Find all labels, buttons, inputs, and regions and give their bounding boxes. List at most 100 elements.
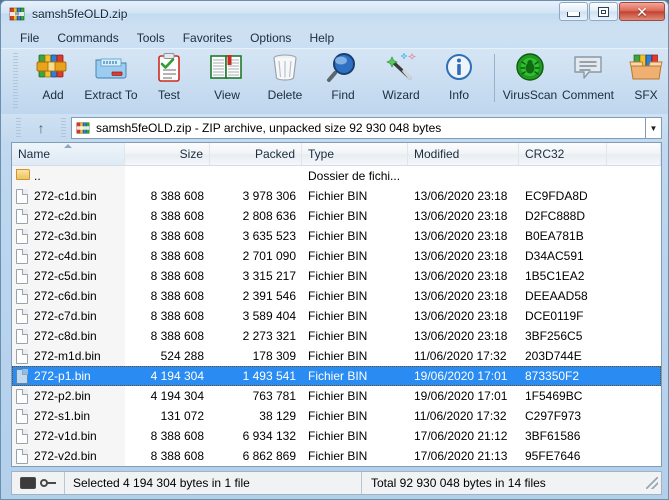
extract-folder-icon xyxy=(92,51,130,85)
toolbar-test-button[interactable]: Test xyxy=(140,51,198,111)
cell-modified: 19/06/2020 17:01 xyxy=(414,369,508,383)
cell-type: Fichier BIN xyxy=(308,449,368,463)
cell-modified: 11/06/2020 17:32 xyxy=(414,349,507,363)
status-selected-text: Selected 4 194 304 bytes in 1 file xyxy=(65,472,362,494)
toolbar-info-button[interactable]: Info xyxy=(430,51,488,111)
toolbar-add-button[interactable]: Add xyxy=(24,51,82,111)
file-icon xyxy=(16,408,29,424)
cell-name: 272-c2d.bin xyxy=(12,208,125,224)
cell-packed: 3 315 217 xyxy=(242,269,296,283)
cell-modified: 17/06/2020 21:13 xyxy=(414,449,508,463)
cell-packed: 2 391 546 xyxy=(242,289,296,303)
cell-name-text: 272-p2.bin xyxy=(34,389,91,403)
toolbar-extractto-label: Extract To xyxy=(84,88,138,102)
table-row[interactable]: 272-v1d.bin 8 388 608 6 934 132 Fichier BIN… xyxy=(12,426,661,446)
file-icon xyxy=(16,368,29,384)
resize-grip[interactable] xyxy=(646,477,658,489)
toolbar-grip[interactable] xyxy=(13,53,18,108)
cell-name: 272-v1d.bin xyxy=(12,428,125,444)
menu-help[interactable]: Help xyxy=(300,29,343,47)
cell-name-text: 272-v2d.bin xyxy=(34,449,97,463)
cell-type: Fichier BIN xyxy=(308,429,368,443)
table-row[interactable]: 272-p1.bin 4 194 304 1 493 541 Fichier BIN 1… xyxy=(12,366,661,386)
toolbar-find-button[interactable]: Find xyxy=(314,51,372,111)
column-header-crc32[interactable]: CRC32 xyxy=(519,143,607,165)
address-dropdown-button[interactable]: ▼ xyxy=(645,117,662,139)
toolbar-add-label: Add xyxy=(42,88,64,102)
column-header-packed[interactable]: Packed xyxy=(210,143,302,165)
cell-crc32: 1F5469BC xyxy=(525,389,583,403)
table-row[interactable]: 272-c7d.bin 8 388 608 3 589 404 Fichier BIN… xyxy=(12,306,661,326)
menu-tools[interactable]: Tools xyxy=(128,29,174,47)
cell-crc32: D34AC591 xyxy=(525,249,584,263)
table-row[interactable]: .. Dossier de fichi... xyxy=(12,166,661,186)
table-row[interactable]: 272-c1d.bin 8 388 608 3 978 306 Fichier BIN… xyxy=(12,186,661,206)
cell-name-text: 272-m1d.bin xyxy=(34,349,101,363)
cell-type: Fichier BIN xyxy=(308,389,368,403)
table-row[interactable]: 272-p2.bin 4 194 304 763 781 Fichier BIN 19/… xyxy=(12,386,661,406)
toolbar-extractto-button[interactable]: Extract To xyxy=(82,51,140,111)
table-row[interactable]: 272-m1d.bin 524 288 178 309 Fichier BIN 11/0… xyxy=(12,346,661,366)
toolbar-view-button[interactable]: View xyxy=(198,51,256,111)
file-icon xyxy=(16,328,29,344)
toolbar-virusscan-button[interactable]: VirusScan xyxy=(501,51,559,111)
table-row[interactable]: 272-v2d.bin 8 388 608 6 862 869 Fichier BIN… xyxy=(12,446,661,466)
wizard-wand-icon xyxy=(382,51,420,85)
menu-file[interactable]: File xyxy=(11,29,48,47)
cell-modified: 13/06/2020 23:18 xyxy=(414,269,508,283)
minimize-button[interactable] xyxy=(559,2,588,21)
toolbar-delete-button[interactable]: Delete xyxy=(256,51,314,111)
cell-crc32: 203D744E xyxy=(525,349,582,363)
toolbar-info-label: Info xyxy=(448,88,469,102)
cell-crc32: D2FC888D xyxy=(525,209,586,223)
cell-type: Fichier BIN xyxy=(308,309,368,323)
table-row[interactable]: 272-c8d.bin 8 388 608 2 273 321 Fichier BIN… xyxy=(12,326,661,346)
table-row[interactable]: 272-c4d.bin 8 388 608 2 701 090 Fichier BIN… xyxy=(12,246,661,266)
table-row[interactable]: 272-s1.bin 131 072 38 129 Fichier BIN 11/06/… xyxy=(12,406,661,426)
column-header-name[interactable]: Name xyxy=(12,143,125,165)
address-grip-right[interactable] xyxy=(61,118,66,138)
address-field[interactable]: samsh5feOLD.zip - ZIP archive, unpacked … xyxy=(71,117,645,139)
address-path-text: samsh5feOLD.zip - ZIP archive, unpacked … xyxy=(96,121,442,135)
maximize-button[interactable] xyxy=(589,2,618,21)
column-header-modified[interactable]: Modified xyxy=(408,143,519,165)
minimize-icon xyxy=(567,11,580,17)
cell-packed: 38 129 xyxy=(259,409,296,423)
cell-crc32: 95FE7646 xyxy=(525,449,581,463)
toolbar-sfx-button[interactable]: SFX xyxy=(617,51,669,111)
status-icons xyxy=(12,472,65,494)
cell-name: 272-c7d.bin xyxy=(12,308,125,324)
cell-packed: 2 273 321 xyxy=(242,329,296,343)
cell-packed: 3 635 523 xyxy=(242,229,296,243)
window-controls: ✕ xyxy=(558,2,665,21)
address-grip-left[interactable] xyxy=(16,118,21,138)
cell-packed: 2 808 636 xyxy=(242,209,296,223)
column-header-filler[interactable] xyxy=(607,143,661,165)
cell-type: Fichier BIN xyxy=(308,229,368,243)
test-clipboard-icon xyxy=(150,51,188,85)
cell-name-text: 272-c6d.bin xyxy=(34,289,97,303)
file-icon xyxy=(16,248,29,264)
menu-favorites[interactable]: Favorites xyxy=(174,29,241,47)
menu-commands[interactable]: Commands xyxy=(48,29,127,47)
cell-name: .. xyxy=(12,168,125,184)
file-list: Name Size Packed Type Modified CRC32 .. D… xyxy=(11,142,662,467)
cell-modified: 13/06/2020 23:18 xyxy=(414,209,508,223)
close-button[interactable]: ✕ xyxy=(619,2,665,21)
cell-name: 272-p2.bin xyxy=(12,388,125,404)
column-header-type[interactable]: Type xyxy=(302,143,408,165)
table-row[interactable]: 272-c6d.bin 8 388 608 2 391 546 Fichier BIN… xyxy=(12,286,661,306)
toolbar-wizard-button[interactable]: Wizard xyxy=(372,51,430,111)
cell-packed: 178 309 xyxy=(252,349,296,363)
column-header-size[interactable]: Size xyxy=(125,143,210,165)
table-row[interactable]: 272-c5d.bin 8 388 608 3 315 217 Fichier BIN… xyxy=(12,266,661,286)
cell-packed: 3 978 306 xyxy=(242,189,296,203)
toolbar-comment-button[interactable]: Comment xyxy=(559,51,617,111)
virusscan-bug-icon xyxy=(511,51,549,85)
menu-options[interactable]: Options xyxy=(241,29,300,47)
table-row[interactable]: 272-c3d.bin 8 388 608 3 635 523 Fichier BIN… xyxy=(12,226,661,246)
up-one-level-button[interactable]: ↑ xyxy=(26,116,56,140)
table-row[interactable]: 272-c2d.bin 8 388 608 2 808 636 Fichier BIN… xyxy=(12,206,661,226)
toolbar-wizard-label: Wizard xyxy=(382,88,420,102)
cell-type: Fichier BIN xyxy=(308,409,368,423)
